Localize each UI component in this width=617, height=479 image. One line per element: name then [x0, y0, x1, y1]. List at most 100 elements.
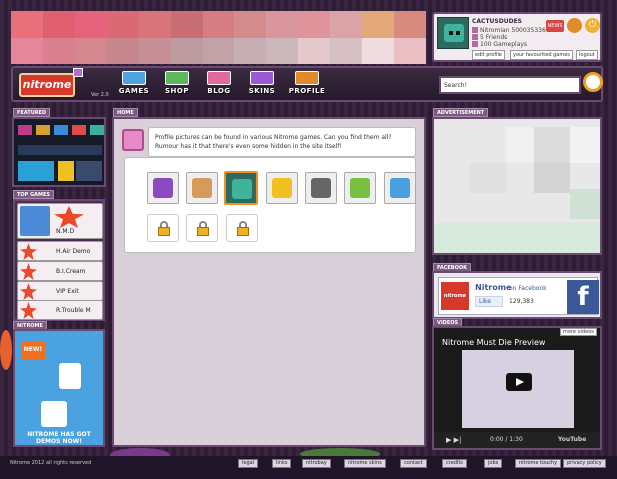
play-icon[interactable] [506, 373, 532, 391]
profile-picture-option[interactable] [344, 172, 376, 204]
favourite-games-button[interactable]: your favourited games [510, 50, 573, 60]
search-input[interactable]: Search! [439, 76, 581, 94]
facebook-like-button[interactable]: Like [475, 296, 503, 307]
friends-icon [472, 34, 478, 40]
top-game-item[interactable]: H.Air Demo [17, 241, 103, 261]
footer-link-contact[interactable]: contact [400, 459, 427, 468]
featured-title: FEATURED [13, 108, 51, 117]
profile-picture-option[interactable] [186, 172, 218, 204]
youtube-logo[interactable]: YouTube [558, 436, 586, 443]
facebook-page-name[interactable]: Nitrome [475, 283, 511, 292]
advertisement-panel[interactable] [432, 117, 602, 255]
friends-label: 5 Friends [480, 34, 508, 41]
footer: Nitrome 2012 all rights reserved legal l… [0, 456, 617, 479]
logout-button[interactable]: logout [576, 50, 598, 60]
nav-profile[interactable]: PROFILE [287, 71, 327, 99]
top-game-item[interactable]: VIP Exit [17, 281, 103, 301]
locked-picture-slot [147, 214, 179, 242]
top-game-label: R.Trouble M [56, 307, 91, 314]
featured-thumbnail[interactable] [36, 125, 50, 135]
star-icon [54, 206, 84, 228]
game-thumbnail [20, 206, 50, 236]
footer-link-privacy[interactable]: privacy policy [563, 459, 606, 468]
gameplay-icon [472, 41, 478, 47]
footer-link-jobs[interactable]: jobs [484, 459, 503, 468]
featured-thumbnail[interactable] [76, 161, 102, 181]
locked-picture-slot [226, 214, 258, 242]
top-game-item[interactable]: B.I.Cream [17, 261, 103, 281]
footer-link-skins[interactable]: nitrome skins [344, 459, 386, 468]
demos-ad-banner[interactable]: NEW! NITROME HAS GOT DEMOS NOW! [13, 329, 105, 447]
avatar[interactable] [437, 17, 469, 49]
facebook-widget: nitrome Nitrome on Facebook Like 129,383… [438, 277, 599, 315]
shop-icon[interactable] [567, 18, 582, 33]
copyright-text: Nitrome 2012 all rights reserved [10, 460, 92, 466]
footer-link-nitrobay[interactable]: nitrobay [302, 459, 331, 468]
facebook-panel: nitrome Nitrome on Facebook Like 129,383… [432, 271, 602, 319]
featured-banner[interactable] [18, 145, 102, 155]
version-label: Ver 2.0 [91, 92, 109, 98]
play-control-icon[interactable]: ▶ ▶| [446, 436, 461, 444]
video-controls: ▶ ▶| 0:00 / 1:30 YouTube [434, 432, 600, 448]
star-icon [20, 302, 37, 319]
profile-picture-option[interactable] [147, 172, 179, 204]
footer-link-legal[interactable]: legal [238, 459, 259, 468]
profile-username[interactable]: CACTUSDUDES [472, 18, 522, 25]
star-icon [20, 263, 37, 280]
profile-nitromian-id: Nitromian 500035336 [472, 27, 546, 34]
star-icon [20, 283, 37, 300]
profile-picture-option-selected[interactable] [224, 171, 258, 205]
nitromian-label: Nitromian 500035336 [480, 27, 546, 34]
profile-gameplays: 100 Gameplays [472, 41, 527, 48]
profile-friends[interactable]: 5 Friends [472, 34, 507, 41]
top-banner-mosaic [11, 11, 426, 64]
profile-panel: CACTUSDUDES Nitromian 500035336 5 Friend… [432, 12, 602, 62]
featured-thumbnail[interactable] [18, 161, 54, 181]
news-badge[interactable]: NEWS [546, 20, 564, 32]
search-icon[interactable] [583, 72, 603, 92]
top-game-label: H.Air Demo [56, 248, 91, 255]
nav-skins-label: SKINS [248, 87, 276, 95]
background-decoration [0, 330, 12, 370]
nav-blog[interactable]: BLOG [201, 71, 237, 99]
top-game-item[interactable]: R.Trouble M [17, 300, 103, 320]
footer-link-touchy[interactable]: nitrome touchy [515, 459, 562, 468]
demos-ad-text: NITROME HAS GOT DEMOS NOW! [27, 431, 91, 445]
footer-link-credits[interactable]: credits [442, 459, 467, 468]
facebook-like-count: 129,383 [509, 298, 534, 305]
new-badge: NEW! [21, 341, 45, 359]
character-icon [41, 401, 67, 427]
nitrome-logo[interactable]: nitrome [19, 73, 75, 97]
power-icon[interactable]: ⏻ [585, 18, 600, 33]
top-game-item[interactable]: N.M.D [17, 203, 103, 239]
nav-skins[interactable]: SKINS [244, 71, 280, 99]
nav-games[interactable]: GAMES [116, 71, 152, 99]
video-title[interactable]: Nitrome Must Die Preview [442, 338, 545, 347]
video-time: 0:00 / 1:30 [490, 436, 523, 443]
featured-thumbnail[interactable] [90, 125, 104, 135]
top-games-title: TOP GAMES [13, 190, 55, 199]
profile-picture-option[interactable] [384, 172, 416, 204]
intro-section: Profile pictures can be found in various… [122, 127, 418, 157]
featured-thumbnail[interactable] [18, 125, 32, 135]
gameplays-label: 100 Gameplays [480, 41, 528, 48]
profile-picture-grid [124, 157, 416, 253]
featured-thumbnail[interactable] [54, 125, 68, 135]
featured-panel[interactable] [12, 117, 106, 187]
nav-shop[interactable]: SHOP [159, 71, 195, 99]
edit-profile-button[interactable]: edit profile [472, 50, 505, 60]
logo-badge-icon [73, 68, 83, 77]
profile-picture-option[interactable] [305, 172, 337, 204]
facebook-icon[interactable]: f [567, 280, 599, 314]
blog-icon [207, 71, 231, 85]
nitrome-logo[interactable]: nitrome [441, 282, 469, 310]
top-game-label: VIP Exit [56, 288, 79, 295]
featured-thumbnail[interactable] [58, 161, 74, 181]
footer-link-links[interactable]: links [272, 459, 292, 468]
home-title: HOME [113, 108, 138, 117]
profile-picture-option[interactable] [266, 172, 298, 204]
more-videos-button[interactable]: more videos [560, 328, 597, 336]
nav-games-label: GAMES [118, 87, 150, 95]
featured-thumbnail[interactable] [72, 125, 86, 135]
star-icon [20, 243, 37, 260]
